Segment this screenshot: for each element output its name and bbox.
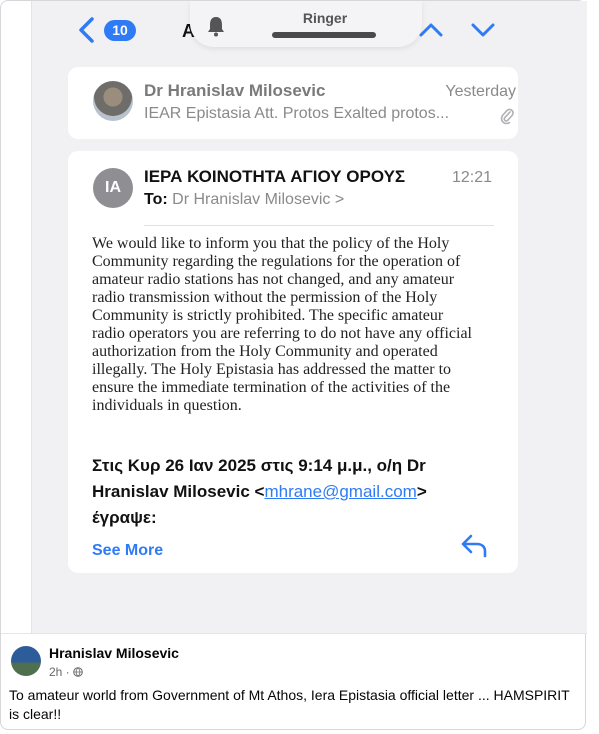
quoted-header: Στις Κυρ 26 Ιαν 2025 στις 9:14 μ.μ., ο/η… xyxy=(92,453,512,531)
body-line: authorization from the Holy Community an… xyxy=(92,343,438,360)
post-text: To amateur world from Government of Mt A… xyxy=(9,687,570,722)
post-age: 2h · xyxy=(49,665,74,679)
previous-time: Yesterday xyxy=(445,83,516,100)
avatar[interactable] xyxy=(11,646,41,676)
quote-line-pre: Hranislav Milosevic < xyxy=(92,482,265,501)
quote-line: Hranislav Milosevic <mhrane@gmail.com> xyxy=(92,479,512,505)
chevron-left-icon[interactable] xyxy=(76,15,98,45)
bell-icon xyxy=(206,15,226,37)
avatar xyxy=(93,81,133,121)
message-time: 12:21 xyxy=(451,169,492,186)
post-divider xyxy=(1,633,587,634)
previous-message-row[interactable]: Dr Hranislav Milosevic Yesterday IEAR Ep… xyxy=(68,67,518,139)
body-line: We would like to inform you that the pol… xyxy=(92,235,450,252)
email-link[interactable]: mhrane@gmail.com xyxy=(264,482,416,501)
previous-sender: Dr Hranislav Milosevic xyxy=(144,81,326,100)
header-divider xyxy=(144,225,494,226)
quote-line: Στις Κυρ 26 Ιαν 2025 στις 9:14 μ.μ., ο/η… xyxy=(92,456,426,475)
body-line: ensure the immediate termination of the … xyxy=(92,379,451,396)
ringer-volume-bar xyxy=(272,32,376,38)
quote-line: έγραψε: xyxy=(92,508,157,527)
paperclip-icon xyxy=(500,107,514,125)
body-line: illegally. The Holy Epistasia has addres… xyxy=(92,361,452,378)
body-line: radio operators you are referring to do … xyxy=(92,325,472,342)
ringer-notification: Ringer xyxy=(190,1,422,47)
to-value: Dr Hranislav Milosevic > xyxy=(172,191,345,208)
reply-icon[interactable] xyxy=(460,533,488,559)
email-screenshot: 10 A s Ringer Dr Hranislav Milosevic Yes… xyxy=(31,1,587,633)
post-author[interactable]: Hranislav Milosevic xyxy=(49,645,179,661)
mail-top-nav: 10 A s Ringer xyxy=(32,1,587,61)
body-line: radio transmission without the permissio… xyxy=(92,289,438,306)
see-more-link[interactable]: See More xyxy=(92,542,163,560)
globe-icon xyxy=(73,666,83,677)
message-recipient[interactable]: To: Dr Hranislav Milosevic > xyxy=(144,191,344,209)
body-line: amateur radio stations has not changed, … xyxy=(92,271,455,288)
ringer-label: Ringer xyxy=(302,10,348,26)
sender-avatar: IA xyxy=(93,168,133,208)
chevron-down-icon[interactable] xyxy=(468,15,498,45)
quote-line-post: > xyxy=(416,482,427,501)
post-meta[interactable]: 2h · xyxy=(49,665,83,679)
unread-count-badge[interactable]: 10 xyxy=(104,20,136,41)
body-line: individuals in question. xyxy=(92,397,242,414)
facebook-post: 10 A s Ringer Dr Hranislav Milosevic Yes… xyxy=(0,0,587,730)
message-sender: ΙΕΡΑ ΚΟΙΝΟΤΗΤΑ ΑΓΙΟΥ ΟΡΟΥΣ xyxy=(144,167,406,186)
previous-subject: IEAR Epistasia Att. Protos Exalted proto… xyxy=(144,105,450,122)
message-body: We would like to inform you that the pol… xyxy=(92,235,502,415)
to-label: To: xyxy=(144,191,168,208)
body-line: Community regarding the regulations for … xyxy=(92,253,461,270)
body-line: Community is strictly prohibited. The sp… xyxy=(92,307,444,324)
message-card: IA ΙΕΡΑ ΚΟΙΝΟΤΗΤΑ ΑΓΙΟΥ ΟΡΟΥΣ 12:21 To: … xyxy=(68,151,518,573)
